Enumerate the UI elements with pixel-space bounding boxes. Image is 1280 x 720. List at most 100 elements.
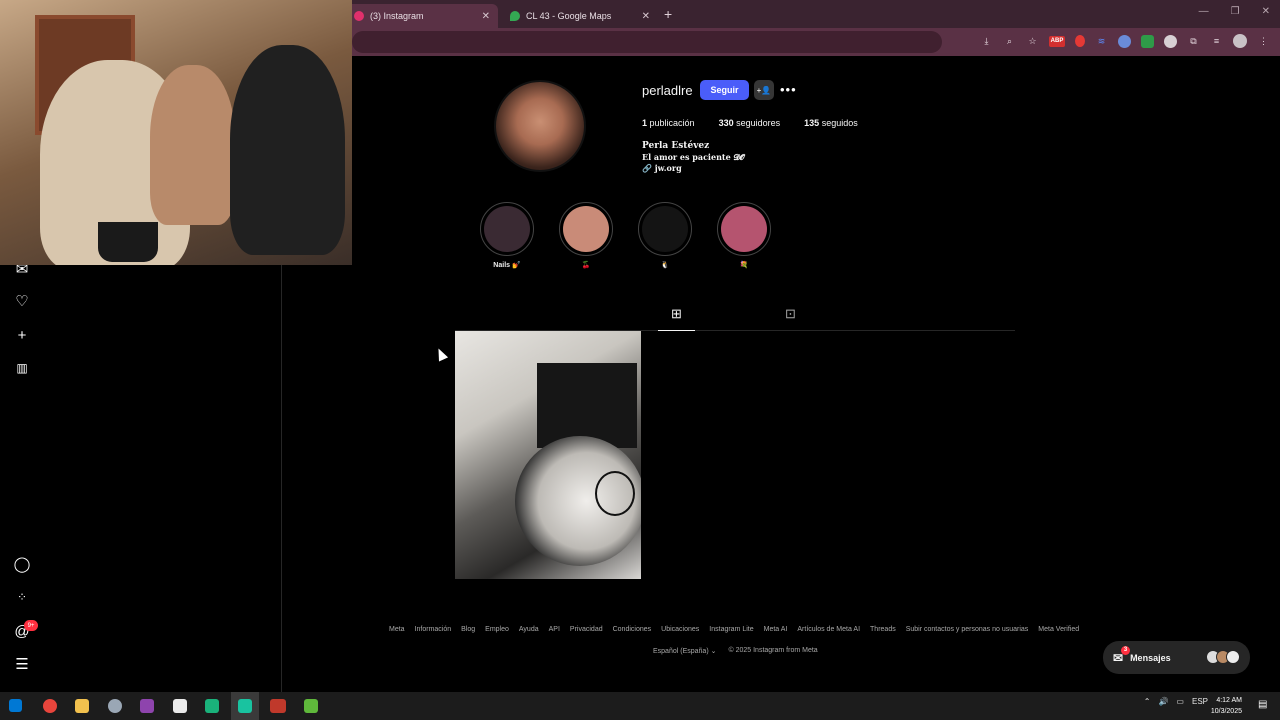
coffee-mug bbox=[98, 222, 158, 262]
footer-link[interactable]: Meta AI bbox=[764, 626, 788, 633]
highlight-nails[interactable]: Nails 💅 bbox=[480, 202, 534, 269]
bio-text: El amor es paciente 𝓓𝓞 bbox=[642, 152, 745, 162]
extension-icon[interactable] bbox=[1164, 34, 1177, 48]
footer-meta: Español (España) ⌄ © 2025 Instagram from… bbox=[653, 647, 818, 655]
app-icon[interactable] bbox=[238, 699, 252, 713]
extension-icon[interactable] bbox=[1118, 34, 1131, 48]
following-stat[interactable]: 135 seguidos bbox=[804, 118, 858, 128]
tagged-icon: ⊡ bbox=[785, 306, 796, 321]
restore-icon[interactable]: ❐ bbox=[1231, 6, 1240, 17]
tab-tagged[interactable]: ⊡ bbox=[785, 306, 796, 322]
suggest-user-button[interactable]: +👤 bbox=[754, 80, 774, 100]
address-bar[interactable] bbox=[352, 31, 942, 53]
input-language[interactable]: ESP bbox=[1192, 697, 1208, 706]
windows-taskbar: ⌃ 🔊 ▭ ESP 4:12 AM 10/3/2025 ▤ bbox=[0, 692, 1280, 720]
footer-link[interactable]: Instagram Lite bbox=[709, 626, 753, 633]
extension-icon[interactable] bbox=[1141, 34, 1154, 48]
post-window-shadow bbox=[537, 363, 637, 448]
footer-links: Meta Información Blog Empleo Ayuda API P… bbox=[389, 626, 1079, 633]
post-glasses bbox=[595, 471, 635, 516]
footer-link[interactable]: Meta Verified bbox=[1038, 626, 1079, 633]
app-icon[interactable] bbox=[140, 699, 154, 713]
puzzle-icon[interactable]: ⧉ bbox=[1187, 35, 1200, 48]
apps-icon[interactable]: ⁘ bbox=[14, 589, 30, 605]
adblock-icon[interactable]: ABP bbox=[1049, 35, 1065, 47]
highlight-cherry[interactable]: 🍒 bbox=[559, 202, 613, 269]
app-icon[interactable] bbox=[270, 699, 286, 713]
person-right bbox=[230, 45, 345, 255]
extension-icon[interactable] bbox=[1075, 35, 1085, 47]
username: perladlre bbox=[642, 83, 693, 98]
page-scrollbar[interactable] bbox=[1270, 56, 1280, 692]
person-middle bbox=[150, 65, 235, 225]
app-icon[interactable] bbox=[205, 699, 219, 713]
footer-link[interactable]: Información bbox=[415, 626, 452, 633]
messages-badge: 3 bbox=[1121, 645, 1130, 655]
tab-google-maps[interactable]: CL 43 - Google Maps ✕ bbox=[500, 4, 658, 28]
close-icon[interactable]: ✕ bbox=[482, 11, 490, 22]
follow-button[interactable]: Seguir bbox=[700, 80, 749, 100]
footer-link[interactable]: Subir contactos y personas no usuarias bbox=[906, 626, 1029, 633]
tab-instagram[interactable]: (3) Instagram ✕ bbox=[344, 4, 498, 28]
plus-icon[interactable]: + bbox=[14, 327, 30, 344]
footer-link[interactable]: Privacidad bbox=[570, 626, 603, 633]
messages-button[interactable]: ✉ 3 Mensajes bbox=[1103, 641, 1250, 674]
network-icon[interactable]: ▭ bbox=[1176, 697, 1184, 706]
profile-icon[interactable] bbox=[1233, 34, 1247, 48]
threads-icon[interactable]: ◯ bbox=[14, 556, 31, 573]
message-avatars bbox=[1206, 650, 1240, 664]
star-icon[interactable]: ☆ bbox=[1026, 35, 1039, 48]
close-window-icon[interactable]: ✕ bbox=[1262, 6, 1270, 17]
notification-badge: 9+ bbox=[24, 620, 38, 631]
install-icon[interactable]: ⤓ bbox=[980, 35, 993, 48]
footer-link[interactable]: Condiciones bbox=[613, 626, 652, 633]
clock[interactable]: 4:12 AM 10/3/2025 bbox=[1211, 695, 1242, 717]
media-icon[interactable]: ≡ bbox=[1210, 35, 1223, 48]
insights-icon[interactable]: ▥ bbox=[14, 360, 30, 376]
clock-date: 10/3/2025 bbox=[1210, 708, 1242, 715]
footer-link[interactable]: Empleo bbox=[485, 626, 509, 633]
notifications-icon[interactable]: ▤ bbox=[1258, 699, 1272, 713]
capcut-icon[interactable] bbox=[173, 699, 187, 713]
highlight-penguin[interactable]: 🐧 bbox=[638, 202, 692, 269]
chevron-down-icon: ⌄ bbox=[710, 648, 717, 655]
profile-picture[interactable] bbox=[494, 80, 586, 172]
maps-pin-icon bbox=[510, 11, 520, 21]
clock-time: 4:12 AM bbox=[1216, 697, 1242, 704]
app-icon[interactable] bbox=[304, 699, 318, 713]
footer-link[interactable]: Threads bbox=[870, 626, 896, 633]
heart-icon[interactable]: ♡ bbox=[14, 293, 30, 310]
chrome-icon[interactable] bbox=[43, 699, 57, 713]
windows-start-icon[interactable] bbox=[9, 699, 22, 712]
menu-icon[interactable]: ☰ bbox=[14, 656, 30, 673]
zoom-icon[interactable]: ⌕ bbox=[1003, 35, 1016, 48]
post-thumbnail[interactable] bbox=[455, 331, 641, 579]
file-explorer-icon[interactable] bbox=[75, 699, 89, 713]
followers-stat[interactable]: 330 seguidores bbox=[719, 118, 781, 128]
footer-link[interactable]: Artículos de Meta AI bbox=[797, 626, 860, 633]
minimize-icon[interactable]: — bbox=[1199, 6, 1209, 17]
footer-link[interactable]: Meta bbox=[389, 626, 405, 633]
more-options-icon[interactable]: ••• bbox=[780, 82, 797, 97]
chevron-up-icon[interactable]: ⌃ bbox=[1144, 697, 1151, 706]
close-icon[interactable]: ✕ bbox=[642, 11, 650, 22]
footer-link[interactable]: Blog bbox=[461, 626, 475, 633]
link-icon: 🔗 bbox=[642, 163, 652, 173]
extension-icon[interactable]: ≋ bbox=[1095, 35, 1108, 48]
copyright: © 2025 Instagram from Meta bbox=[728, 647, 818, 654]
menu-icon[interactable]: ⋮ bbox=[1257, 35, 1270, 48]
app-icon[interactable] bbox=[108, 699, 122, 713]
footer-link[interactable]: Ayuda bbox=[519, 626, 539, 633]
profile-link[interactable]: 🔗 jw.org bbox=[642, 163, 682, 173]
grid-icon: ⊞ bbox=[671, 306, 682, 321]
tab-posts-grid[interactable]: ⊞ bbox=[658, 306, 695, 331]
volume-icon[interactable]: 🔊 bbox=[1158, 697, 1168, 706]
webcam-overlay bbox=[0, 0, 352, 265]
footer-link[interactable]: API bbox=[549, 626, 560, 633]
highlight-flowers[interactable]: 💐 bbox=[717, 202, 771, 269]
language-select[interactable]: Español (España) ⌄ bbox=[653, 647, 716, 655]
new-tab-button[interactable]: + bbox=[664, 6, 672, 22]
footer-link[interactable]: Ubicaciones bbox=[661, 626, 699, 633]
system-tray: ⌃ 🔊 ▭ ESP bbox=[1144, 697, 1208, 706]
full-name: Perla Estévez bbox=[642, 141, 710, 151]
